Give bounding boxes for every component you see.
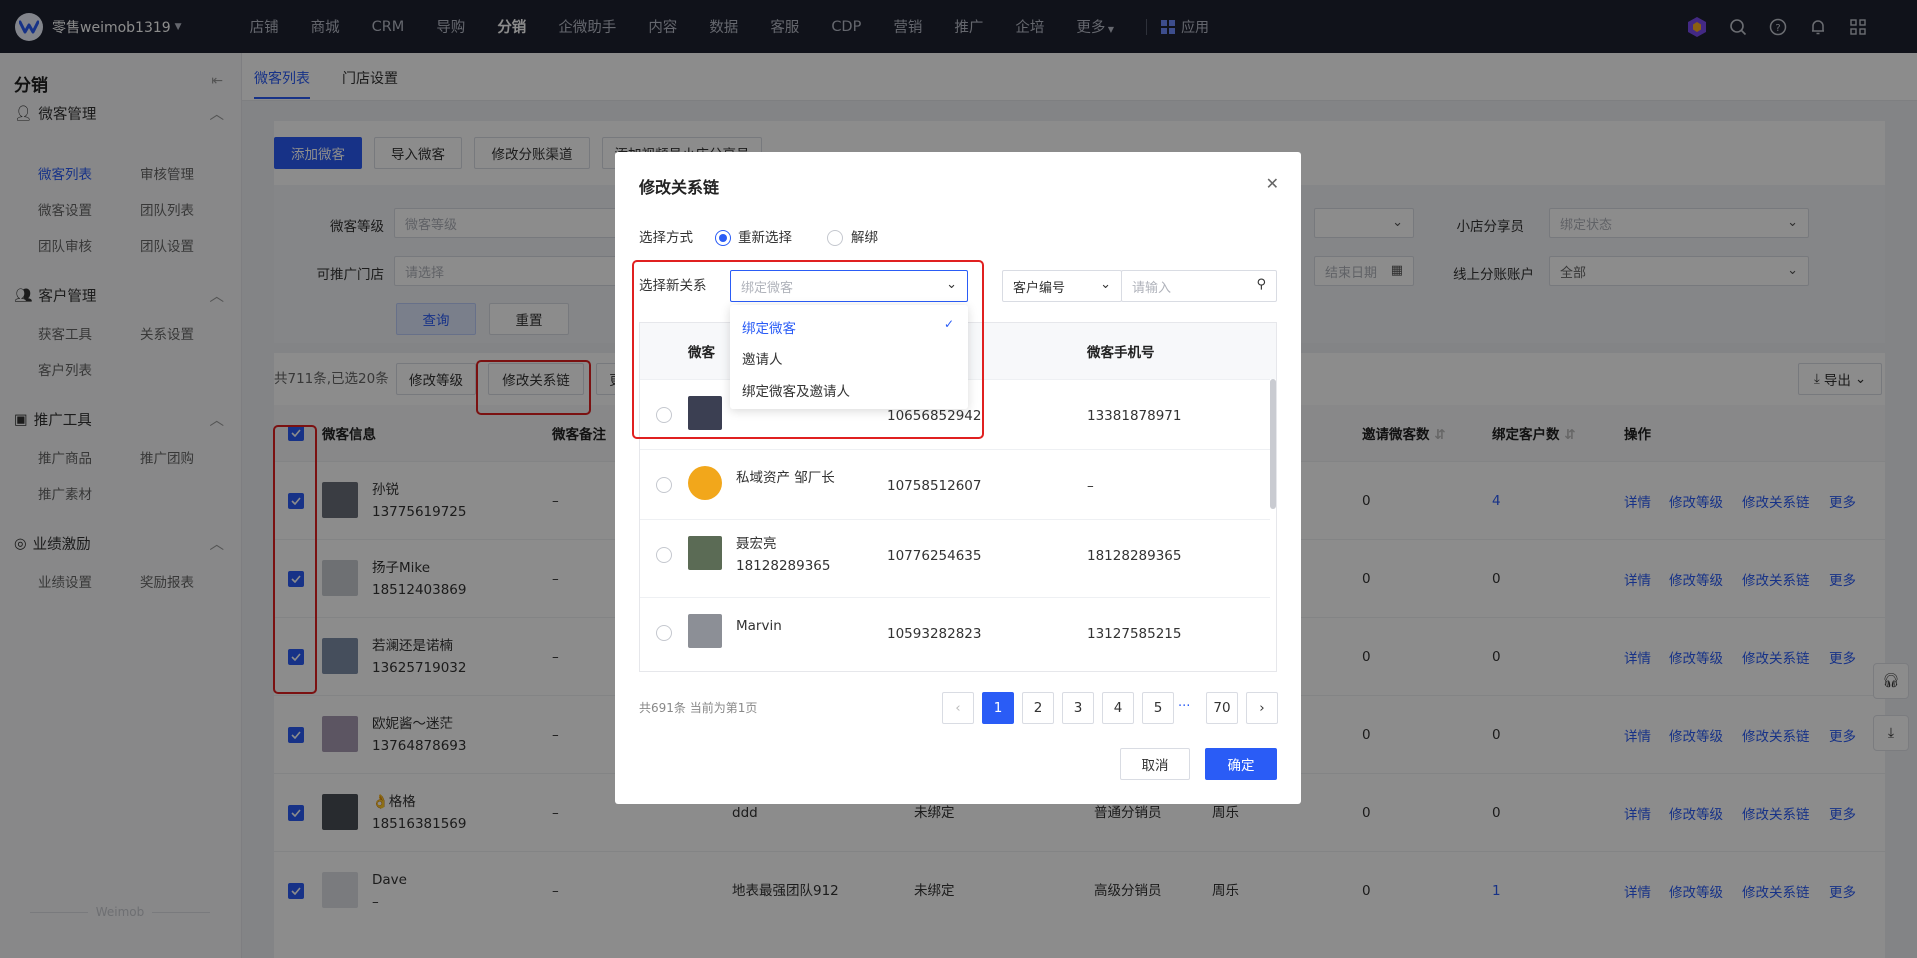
- candidate-row[interactable]: 聂宏亮 18128289365 10776254635 18128289365: [640, 519, 1270, 591]
- confirm-button[interactable]: 确定: [1205, 748, 1277, 780]
- candidate-id: 10593282823: [887, 626, 982, 642]
- candidate-mobile: –: [1087, 478, 1094, 494]
- candidate-radio[interactable]: [656, 547, 672, 563]
- check-icon: ✓: [943, 317, 954, 331]
- candidate-mobile: 18128289365: [1087, 548, 1182, 564]
- pagination-ellipsis[interactable]: ···: [1178, 699, 1190, 714]
- search-icon[interactable]: ⚲: [1256, 277, 1266, 292]
- table-scrollbar[interactable]: [1270, 379, 1276, 509]
- candidate-name: Marvin: [736, 618, 782, 634]
- search-input[interactable]: 请输入 ⚲: [1121, 270, 1277, 302]
- dropdown-option-bind-micro[interactable]: 绑定微客: [742, 317, 796, 337]
- reselect-label[interactable]: 重新选择: [738, 228, 792, 248]
- method-label: 选择方式: [639, 230, 693, 246]
- page-2-button[interactable]: 2: [1022, 692, 1054, 724]
- search-placeholder: 请输入: [1132, 280, 1172, 296]
- page-70-button[interactable]: 70: [1206, 692, 1238, 724]
- candidate-id: 10758512607: [887, 478, 982, 494]
- avatar: [688, 536, 722, 570]
- page-1-button[interactable]: 1: [982, 692, 1014, 724]
- page-4-button[interactable]: 4: [1102, 692, 1134, 724]
- search-field-value: 客户编号: [1013, 280, 1066, 296]
- cancel-button[interactable]: 取消: [1120, 748, 1190, 780]
- chevron-down-icon: ⌄: [1100, 277, 1111, 292]
- candidate-sub-phone: 18128289365: [736, 558, 831, 574]
- candidate-name: 私域资产 邹厂长: [736, 470, 835, 486]
- candidate-row[interactable]: Marvin 10593282823 13127585215: [640, 597, 1270, 669]
- next-page-button[interactable]: ›: [1246, 692, 1278, 724]
- unbind-label[interactable]: 解绑: [851, 228, 878, 248]
- dropdown-option-both[interactable]: 绑定微客及邀请人: [742, 380, 850, 400]
- candidate-row[interactable]: 私域资产 邹厂长 10758512607 –: [640, 449, 1270, 521]
- th-phone: 微客手机号: [1087, 345, 1155, 361]
- avatar: [688, 466, 722, 500]
- candidate-radio[interactable]: [656, 625, 672, 641]
- avatar: [688, 614, 722, 648]
- candidate-id: 10776254635: [887, 548, 982, 564]
- unbind-radio[interactable]: [827, 230, 843, 246]
- dialog-title: 修改关系链: [639, 178, 720, 197]
- prev-page-button[interactable]: ‹: [942, 692, 974, 724]
- reselect-radio[interactable]: [715, 230, 731, 246]
- pagination-total: 共691条 当前为第1页: [639, 701, 758, 715]
- close-icon[interactable]: ✕: [1266, 174, 1279, 193]
- search-field-select[interactable]: 客户编号 ⌄: [1002, 270, 1122, 302]
- candidate-mobile: 13381878971: [1087, 408, 1182, 424]
- candidate-radio[interactable]: [656, 477, 672, 493]
- relation-type-dropdown: 绑定微客 ✓ 邀请人 绑定微客及邀请人: [730, 305, 968, 409]
- candidate-mobile: 13127585215: [1087, 626, 1182, 642]
- dropdown-option-inviter[interactable]: 邀请人: [742, 348, 783, 368]
- candidate-name: 聂宏亮: [736, 536, 777, 552]
- page-5-button[interactable]: 5: [1142, 692, 1174, 724]
- page-3-button[interactable]: 3: [1062, 692, 1094, 724]
